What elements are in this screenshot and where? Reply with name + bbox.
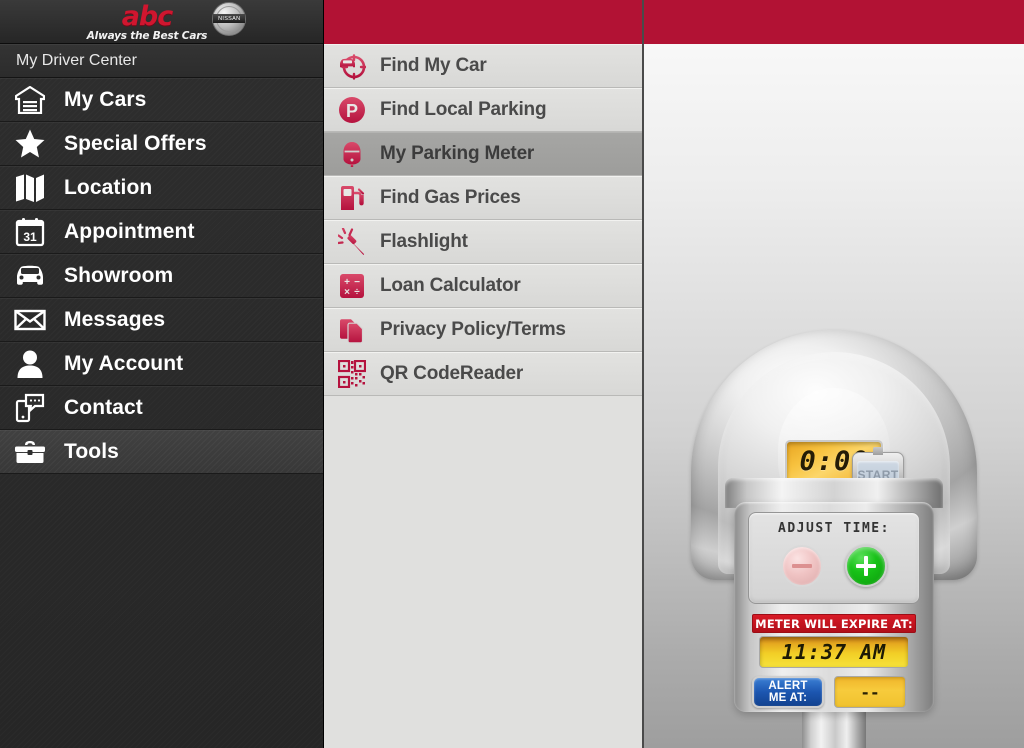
tool-item-label: Find My Car bbox=[380, 54, 487, 76]
sidebar-item-label: Tools bbox=[64, 439, 119, 463]
sidebar-item-appointment[interactable]: 31 Appointment bbox=[0, 210, 323, 254]
tool-item-label: QR CodeReader bbox=[380, 362, 524, 384]
alert-button-line2: ME AT: bbox=[768, 692, 808, 704]
sidebar-item-label: Appointment bbox=[64, 219, 195, 243]
svg-text:31: 31 bbox=[23, 230, 37, 244]
tool-item-find-local-parking[interactable]: P Find Local Parking bbox=[324, 88, 642, 132]
expire-label-banner: METER WILL EXPIRE AT: bbox=[752, 614, 916, 633]
content-pane: Tools 0:00 START ADJUST TIME: bbox=[644, 0, 1024, 748]
plus-icon-vertical bbox=[864, 556, 868, 576]
svg-text:×: × bbox=[344, 287, 350, 298]
adjust-time-panel: ADJUST TIME: bbox=[748, 512, 920, 604]
tool-item-loan-calculator[interactable]: + − × ÷ Loan Calculator bbox=[324, 264, 642, 308]
parking-meter-widget: 0:00 START ADJUST TIME: METER WILL EXPIR… bbox=[684, 330, 984, 748]
documents-icon bbox=[337, 315, 367, 345]
parking-meter-icon bbox=[337, 139, 367, 169]
tool-item-label: Flashlight bbox=[380, 230, 468, 252]
brand-tagline: Always the Best Cars bbox=[86, 29, 208, 42]
sidebar: abc Always the Best Cars NISSAN My Drive… bbox=[0, 0, 324, 748]
sidebar-item-label: Showroom bbox=[64, 263, 174, 287]
svg-text:P: P bbox=[346, 101, 358, 121]
gas-pump-icon bbox=[337, 183, 367, 213]
expire-time-display: 11:37 AM bbox=[759, 636, 909, 668]
toolbox-icon bbox=[12, 436, 48, 468]
brand-name: abc bbox=[121, 0, 174, 32]
nissan-badge-icon: NISSAN bbox=[212, 1, 247, 36]
sidebar-item-label: Location bbox=[64, 175, 153, 199]
tool-item-label: Find Local Parking bbox=[380, 98, 547, 120]
svg-text:÷: ÷ bbox=[354, 287, 360, 298]
tool-item-label: Find Gas Prices bbox=[380, 186, 521, 208]
decrease-time-button[interactable] bbox=[781, 545, 823, 587]
sidebar-item-label: Messages bbox=[64, 307, 166, 331]
tool-item-privacy-policy-terms[interactable]: Privacy Policy/Terms bbox=[324, 308, 642, 352]
parking-p-icon: P bbox=[337, 95, 367, 125]
chat-phone-icon bbox=[12, 392, 48, 424]
alert-time-display[interactable]: -- bbox=[834, 676, 906, 708]
calendar-icon: 31 bbox=[12, 216, 48, 248]
meter-body: ADJUST TIME: METER WILL EXPIRE AT: 11:37… bbox=[734, 502, 934, 712]
sidebar-item-my-account[interactable]: My Account bbox=[0, 342, 323, 386]
sidebar-item-my-cars[interactable]: My Cars bbox=[0, 78, 323, 122]
car-locator-icon bbox=[337, 51, 367, 81]
alert-me-at-button[interactable]: ALERT ME AT: bbox=[752, 676, 824, 708]
tool-item-label: Privacy Policy/Terms bbox=[380, 318, 566, 340]
car-icon bbox=[12, 260, 48, 292]
qr-code-icon bbox=[337, 359, 367, 389]
map-icon bbox=[12, 172, 48, 204]
alert-button-line1: ALERT bbox=[768, 680, 808, 692]
sidebar-item-label: Contact bbox=[64, 395, 143, 419]
sidebar-item-messages[interactable]: Messages bbox=[0, 298, 323, 342]
person-icon bbox=[12, 348, 48, 380]
tool-item-find-gas-prices[interactable]: Find Gas Prices bbox=[324, 176, 642, 220]
tool-item-my-parking-meter[interactable]: My Parking Meter bbox=[324, 132, 642, 176]
header-bar bbox=[644, 0, 1024, 44]
minus-icon bbox=[792, 564, 812, 568]
brand-logo[interactable]: abc Always the Best Cars NISSAN bbox=[0, 0, 323, 44]
app-root: abc Always the Best Cars NISSAN My Drive… bbox=[0, 0, 1024, 748]
adjust-time-label: ADJUST TIME: bbox=[778, 521, 890, 536]
garage-icon bbox=[12, 84, 48, 116]
sidebar-item-contact[interactable]: Contact bbox=[0, 386, 323, 430]
star-icon bbox=[12, 128, 48, 160]
sidebar-item-location[interactable]: Location bbox=[0, 166, 323, 210]
increase-time-button[interactable] bbox=[845, 545, 887, 587]
alert-time-value: -- bbox=[860, 682, 880, 702]
tools-list-pane: Find My Car P Find Local Parking My Park… bbox=[324, 0, 644, 748]
calculator-icon: + − × ÷ bbox=[337, 271, 367, 301]
envelope-icon bbox=[12, 304, 48, 336]
flashlight-icon bbox=[337, 227, 367, 257]
tool-item-find-my-car[interactable]: Find My Car bbox=[324, 44, 642, 88]
nissan-badge-label: NISSAN bbox=[218, 15, 241, 22]
sidebar-item-showroom[interactable]: Showroom bbox=[0, 254, 323, 298]
sidebar-header: My Driver Center bbox=[0, 44, 323, 78]
expire-label-text: METER WILL EXPIRE AT: bbox=[755, 616, 913, 631]
expire-time-value: 11:37 AM bbox=[781, 640, 887, 664]
tool-item-label: My Parking Meter bbox=[380, 142, 535, 164]
alert-row: ALERT ME AT: -- bbox=[752, 676, 916, 708]
tools-pane-header-spacer bbox=[324, 0, 642, 44]
tool-item-flashlight[interactable]: Flashlight bbox=[324, 220, 642, 264]
sidebar-item-label: My Account bbox=[64, 351, 184, 375]
sidebar-item-label: My Cars bbox=[64, 87, 147, 111]
sidebar-item-special-offers[interactable]: Special Offers bbox=[0, 122, 323, 166]
sidebar-item-tools[interactable]: Tools bbox=[0, 430, 323, 474]
tool-item-qr-code-reader[interactable]: QR CodeReader bbox=[324, 352, 642, 396]
tool-item-label: Loan Calculator bbox=[380, 274, 521, 296]
sidebar-item-label: Special Offers bbox=[64, 131, 207, 155]
